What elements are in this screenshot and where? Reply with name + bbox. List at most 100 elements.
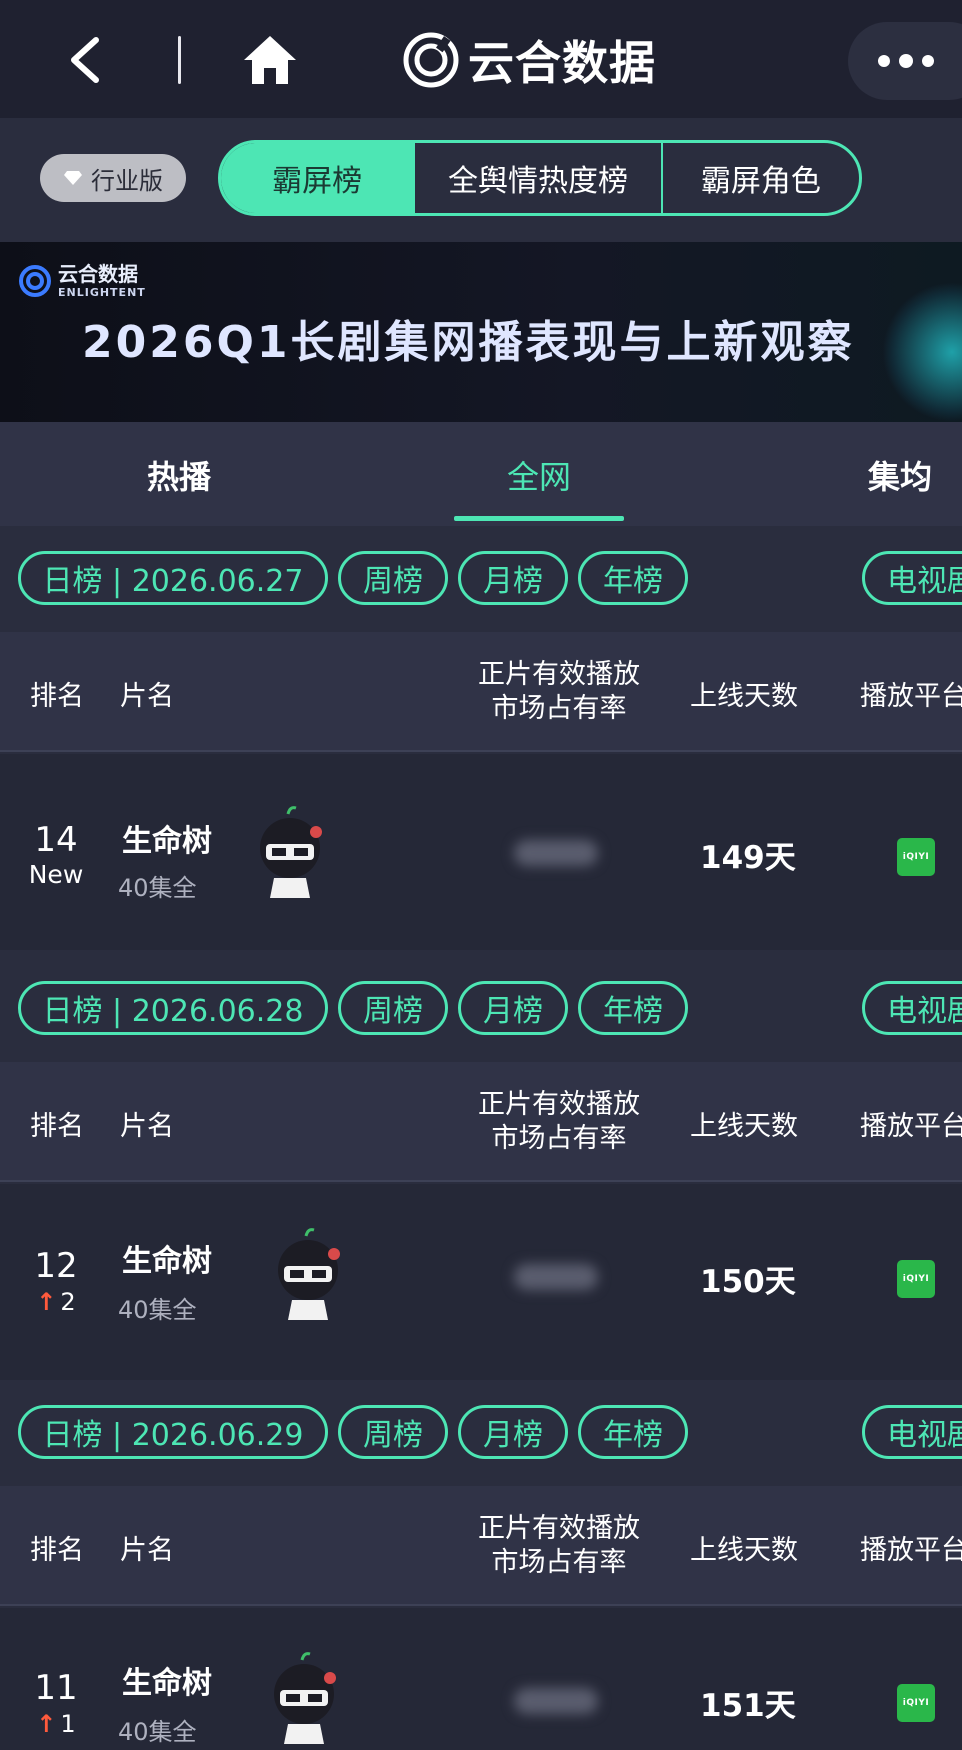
header-days: 上线天数 [690,1535,798,1566]
more-button[interactable] [848,22,962,100]
table-header: 排名 片名 正片有效播放 市场占有率 上线天数 播放平台 [0,1486,962,1606]
more-dots-icon [878,55,890,67]
more-dot [922,55,934,67]
tab-rebo[interactable]: 热播 [147,452,211,498]
daily-date-pill[interactable]: 日榜 | 2026.06.28 [18,981,328,1035]
rank-change-value: 1 [60,1710,76,1738]
banner-logo: 云合数据 ENLIGHTENT [18,264,146,298]
show-episodes: 40集全 [118,874,197,902]
header-name: 片名 [120,681,174,712]
more-dot [899,54,913,68]
header-share: 正片有效播放 市场占有率 [474,658,644,726]
banner-logo-text: 云合数据 [58,262,138,286]
diamond-icon [64,171,82,185]
weekly-pill[interactable]: 周榜 [338,551,448,605]
promo-banner[interactable]: 云合数据 ENLIGHTENT 2026Q1长剧集网播表现与上新观察 [0,242,962,422]
show-title: 生命树 [122,1244,212,1279]
blurred-share-value [514,840,598,866]
header-share-line1: 正片有效播放 [478,659,640,690]
header-share-line1: 正片有效播放 [478,1089,640,1120]
show-episodes: 40集全 [118,1718,197,1746]
online-days: 149天 [700,840,796,876]
brand: 云合数据 [402,28,656,92]
brand-logo-icon [403,32,459,88]
mascot-avatar-icon [278,1228,340,1320]
table-row[interactable]: 14 New 生命树 40集全 149天 iQIYI [0,754,962,950]
monthly-pill[interactable]: 月榜 [458,981,568,1035]
monthly-pill[interactable]: 月榜 [458,551,568,605]
tab-jijun[interactable]: 集均 [868,452,932,498]
tv-series-pill[interactable]: 电视剧 [862,981,962,1035]
tv-series-pill[interactable]: 电视剧 [862,551,962,605]
show-title: 生命树 [122,824,212,859]
weekly-pill[interactable]: 周榜 [338,1405,448,1459]
iqiyi-platform-icon[interactable]: iQIYI [897,1684,935,1722]
segment-quanyuqing[interactable]: 全舆情热度榜 [415,143,663,213]
header-rank: 排名 [30,1535,84,1566]
yearly-pill[interactable]: 年榜 [578,1405,688,1459]
tab-quanwang[interactable]: 全网 [507,452,571,498]
header-share-line2: 市场占有率 [491,1123,627,1154]
show-episodes: 40集全 [118,1296,197,1324]
board-nav: 行业版 霸屏榜 全舆情热度榜 霸屏角色 [0,118,962,242]
table-row[interactable]: 11 ↑ 1 生命树 40集全 151天 iQIYI [0,1608,962,1750]
header-rank: 排名 [30,1111,84,1142]
banner-logo-sub: ENLIGHTENT [58,286,146,299]
header-rank: 排名 [30,681,84,712]
header-name: 片名 [120,1111,174,1142]
banner-title: 2026Q1长剧集网播表现与上新观察 [82,317,855,368]
header-share-line2: 市场占有率 [491,693,627,724]
table-row[interactable]: 12 ↑ 2 生命树 40集全 150天 iQIYI [0,1184,962,1380]
header-days: 上线天数 [690,1111,798,1142]
segment-bapingjuese[interactable]: 霸屏角色 [663,143,859,213]
rank-change: ↑ 1 [0,1710,112,1738]
banner-logo-icon [19,265,51,297]
chevron-left-icon [71,37,99,83]
edition-badge[interactable]: 行业版 [40,154,186,202]
blurred-share-value [514,1688,598,1714]
mascot-avatar-icon [274,1652,336,1744]
daily-date-pill[interactable]: 日榜 | 2026.06.29 [18,1405,328,1459]
iqiyi-platform-icon[interactable]: iQIYI [897,1260,935,1298]
banner-glow [882,282,962,422]
mascot-avatar-icon [260,806,322,898]
blurred-share-value [514,1264,598,1290]
header-name: 片名 [120,1535,174,1566]
header-share-line2: 市场占有率 [491,1547,627,1578]
yearly-pill[interactable]: 年榜 [578,551,688,605]
daily-date-pill[interactable]: 日榜 | 2026.06.27 [18,551,328,605]
edition-label: 行业版 [91,166,163,195]
iqiyi-platform-icon[interactable]: iQIYI [897,838,935,876]
show-title: 生命树 [122,1666,212,1701]
segment-bapingbang[interactable]: 霸屏榜 [221,143,416,213]
rank-number: 12 [34,1246,78,1286]
header-platform: 播放平台 [860,681,962,712]
weekly-pill[interactable]: 周榜 [338,981,448,1035]
header-share-line1: 正片有效播放 [478,1513,640,1544]
header-share: 正片有效播放 市场占有率 [474,1088,644,1156]
header-days: 上线天数 [690,681,798,712]
online-days: 151天 [700,1688,796,1724]
rank-change: ↑ 2 [0,1288,112,1316]
home-button[interactable] [240,30,300,90]
rank-change: New [28,860,84,889]
home-icon [244,36,296,84]
brand-title: 云合数据 [468,36,656,90]
table-header: 排名 片名 正片有效播放 市场占有率 上线天数 播放平台 [0,1062,962,1182]
header-platform: 播放平台 [860,1535,962,1566]
tv-series-pill[interactable]: 电视剧 [862,1405,962,1459]
active-tab-indicator [454,516,624,521]
yearly-pill[interactable]: 年榜 [578,981,688,1035]
header-platform: 播放平台 [860,1111,962,1142]
header-share: 正片有效播放 市场占有率 [474,1512,644,1580]
rank-up-arrow-icon: ↑ [36,1288,57,1316]
category-tabs: 热播 全网 集均 [0,422,962,526]
board-segmented-control: 霸屏榜 全舆情热度榜 霸屏角色 [218,140,862,216]
monthly-pill[interactable]: 月榜 [458,1405,568,1459]
filter-row: 日榜 | 2026.06.29 周榜 月榜 年榜 电视剧 [0,1380,962,1486]
back-button[interactable] [60,28,120,92]
top-bar: 云合数据 [0,0,962,118]
rank-change-value: 2 [60,1288,76,1316]
rank-number: 11 [34,1668,78,1708]
filter-row: 日榜 | 2026.06.28 周榜 月榜 年榜 电视剧 [0,956,962,1062]
